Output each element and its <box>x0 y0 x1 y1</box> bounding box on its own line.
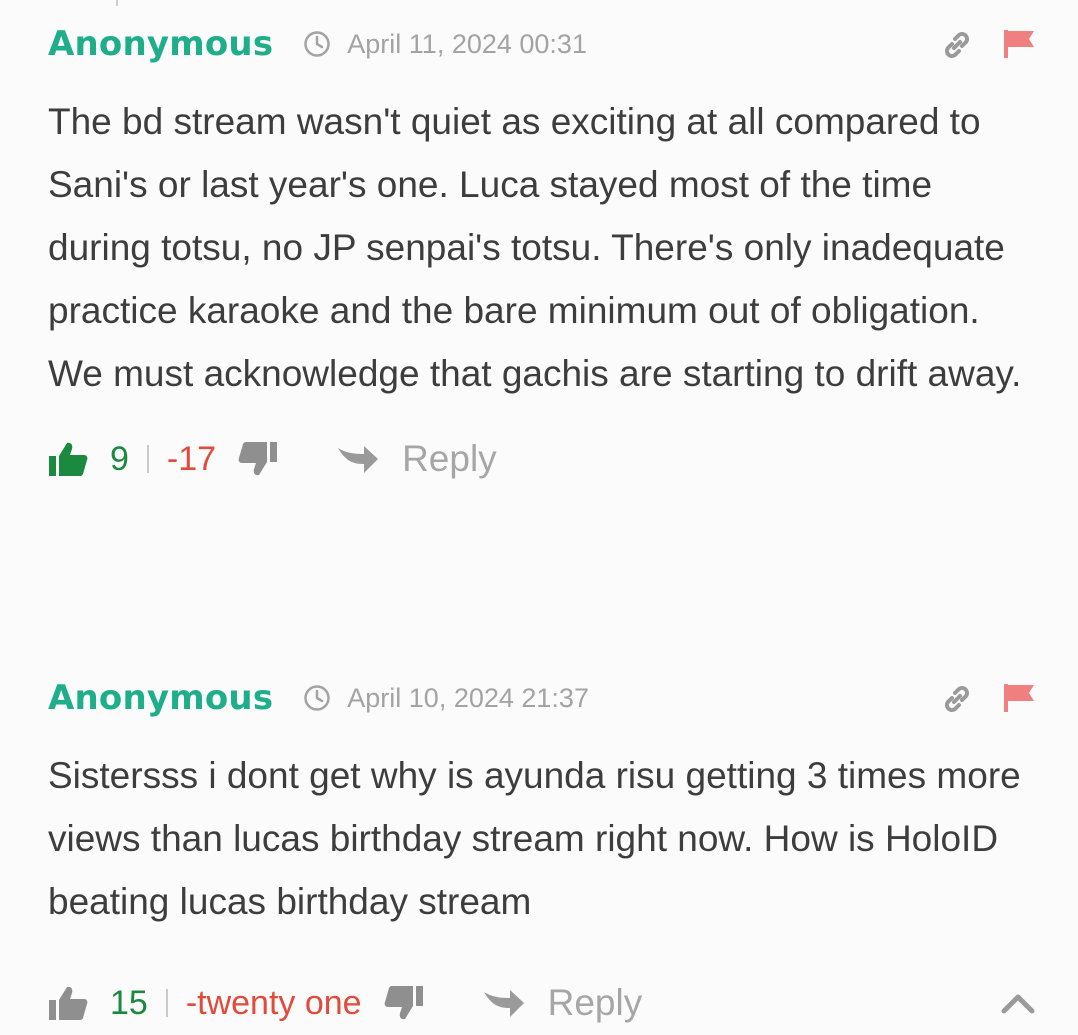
clock-icon <box>304 31 331 57</box>
link-icon[interactable] <box>940 28 974 62</box>
comment-timestamp[interactable]: April 11, 2024 00:31 <box>347 29 587 60</box>
upvote-count: 15 <box>110 983 148 1022</box>
comment-meta: Anonymous April 10, 2024 21:37 <box>48 672 1038 724</box>
downvote-count: -twenty one <box>185 983 362 1022</box>
comment-actions: 15 -twenty one Reply <box>48 973 1038 1033</box>
chevron-up-icon[interactable] <box>998 983 1038 1023</box>
clock-icon <box>304 685 331 711</box>
comment: Anonymous April 11, 2024 00:31 The bd st… <box>48 18 1038 489</box>
comment-text: Sistersss i dont get why is ayunda risu … <box>48 755 1031 922</box>
thumbs-down-icon[interactable] <box>238 440 278 478</box>
comment: Anonymous April 10, 2024 21:37 Sistersss… <box>48 672 1038 1033</box>
reply-button[interactable]: Reply <box>402 438 497 480</box>
reply-button[interactable]: Reply <box>548 982 643 1024</box>
downvote-count: -17 <box>166 439 217 478</box>
vote-separator <box>146 445 149 473</box>
flag-icon[interactable] <box>1002 682 1036 714</box>
thumbs-up-icon[interactable] <box>48 440 88 478</box>
flag-icon[interactable] <box>1002 28 1036 60</box>
comment-timestamp[interactable]: April 10, 2024 21:37 <box>347 683 589 714</box>
thumbs-up-icon[interactable] <box>48 984 88 1022</box>
comments-page: Anonymous April 11, 2024 00:31 The bd st… <box>0 0 1078 1035</box>
comment-author[interactable]: Anonymous <box>48 24 273 64</box>
reply-arrow-icon[interactable] <box>482 986 526 1020</box>
reply-arrow-icon[interactable] <box>336 442 380 476</box>
upvote-count: 9 <box>110 439 129 478</box>
comment-meta: Anonymous April 11, 2024 00:31 <box>48 18 1038 70</box>
divider <box>116 0 118 6</box>
link-icon[interactable] <box>940 682 974 716</box>
comment-author[interactable]: Anonymous <box>48 678 273 718</box>
vote-separator <box>165 989 168 1017</box>
comment-actions: 9 -17 Reply <box>48 429 1038 489</box>
thumbs-down-icon[interactable] <box>384 984 424 1022</box>
comment-text: The bd stream wasn't quiet as exciting a… <box>48 101 1022 394</box>
